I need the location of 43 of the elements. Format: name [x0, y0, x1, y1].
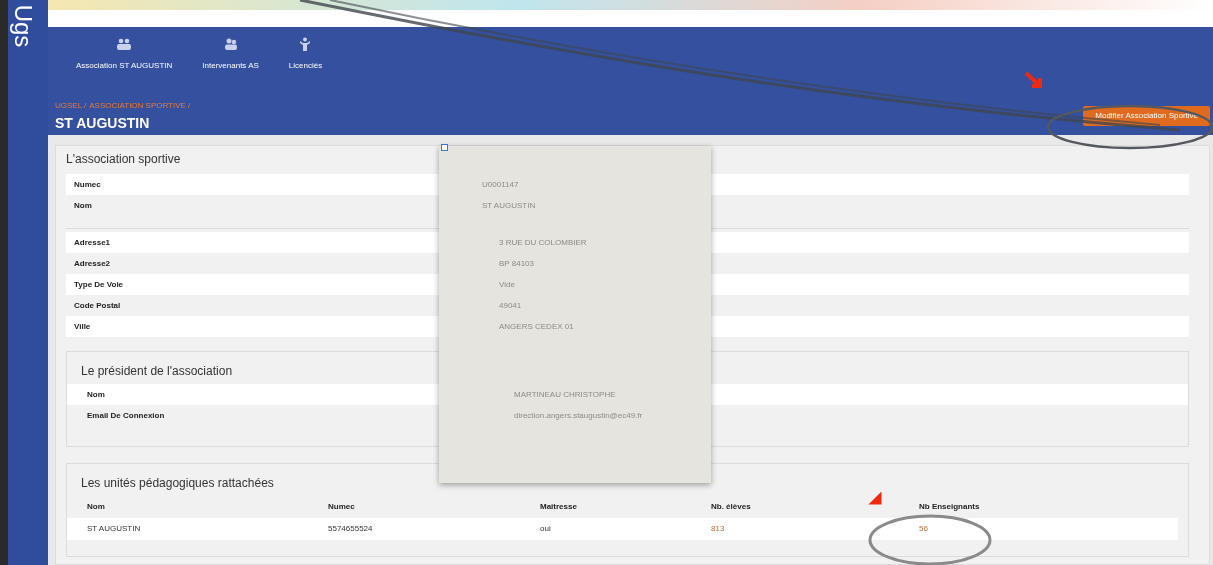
field-label: Adresse2: [74, 257, 112, 270]
field-value: direction.angers.staugustin@ec49.fr: [514, 409, 643, 422]
nav-item[interactable]: Intervenants AS: [202, 35, 259, 72]
table-cell-text: 813: [711, 523, 726, 535]
column-header: Nom: [87, 501, 106, 513]
field-value: BP 84103: [499, 257, 534, 270]
table-cell-text: 5574655524: [328, 523, 374, 535]
field-label: Ville: [74, 320, 92, 333]
field-label: Numec: [74, 178, 102, 191]
field-value: 3 RUE DU COLOMBIER: [499, 236, 587, 249]
group-icon: [116, 37, 133, 51]
field-value: 49041: [499, 299, 522, 312]
field-label: Code Postal: [74, 299, 122, 312]
table-row[interactable]: ST AUGUSTIN 5574655524 oui 813 56: [67, 518, 1178, 540]
table-cell-text: ST AUGUSTIN: [87, 523, 142, 535]
field-label: Type De Voie: [74, 278, 125, 291]
checkbox-icon: [441, 144, 448, 151]
field-label: Nom: [87, 388, 106, 401]
brand-logo[interactable]: Ugs: [11, 4, 36, 48]
field-value: U0001147: [482, 178, 519, 191]
arrow-icon: [1024, 71, 1042, 88]
field-label: Nom: [74, 199, 93, 212]
field-value: Vide: [499, 278, 515, 291]
field-value: MARTINEAU CHRISTOPHE: [514, 388, 616, 401]
column-header: Maitresse: [540, 501, 578, 513]
section-title: L'association sportive: [66, 151, 181, 168]
person-icon: [300, 37, 311, 51]
nav-item[interactable]: Licenciés: [288, 35, 323, 72]
arrow-icon: [868, 491, 882, 505]
column-header: Numec: [328, 501, 356, 513]
column-header: Nb. élèves: [711, 501, 752, 513]
field-label: Adresse1: [74, 236, 112, 249]
field-value: ANGERS CEDEX 01: [499, 320, 574, 333]
field-label: Email De Connexion: [87, 409, 166, 422]
nav-item[interactable]: Association ST AUGUSTIN: [76, 35, 173, 72]
column-header: Nb Enseignants: [919, 501, 981, 513]
people-icon: [223, 37, 238, 51]
table-cell-text: 56: [919, 523, 929, 535]
section-title: Le président de l'association: [80, 363, 234, 380]
table-cell-text: oui: [540, 523, 552, 535]
section-title: Les unités pédagogiques rattachées: [80, 475, 275, 492]
field-value: ST AUGUSTIN: [482, 199, 536, 212]
page-title: ST AUGUSTIN: [55, 114, 150, 133]
